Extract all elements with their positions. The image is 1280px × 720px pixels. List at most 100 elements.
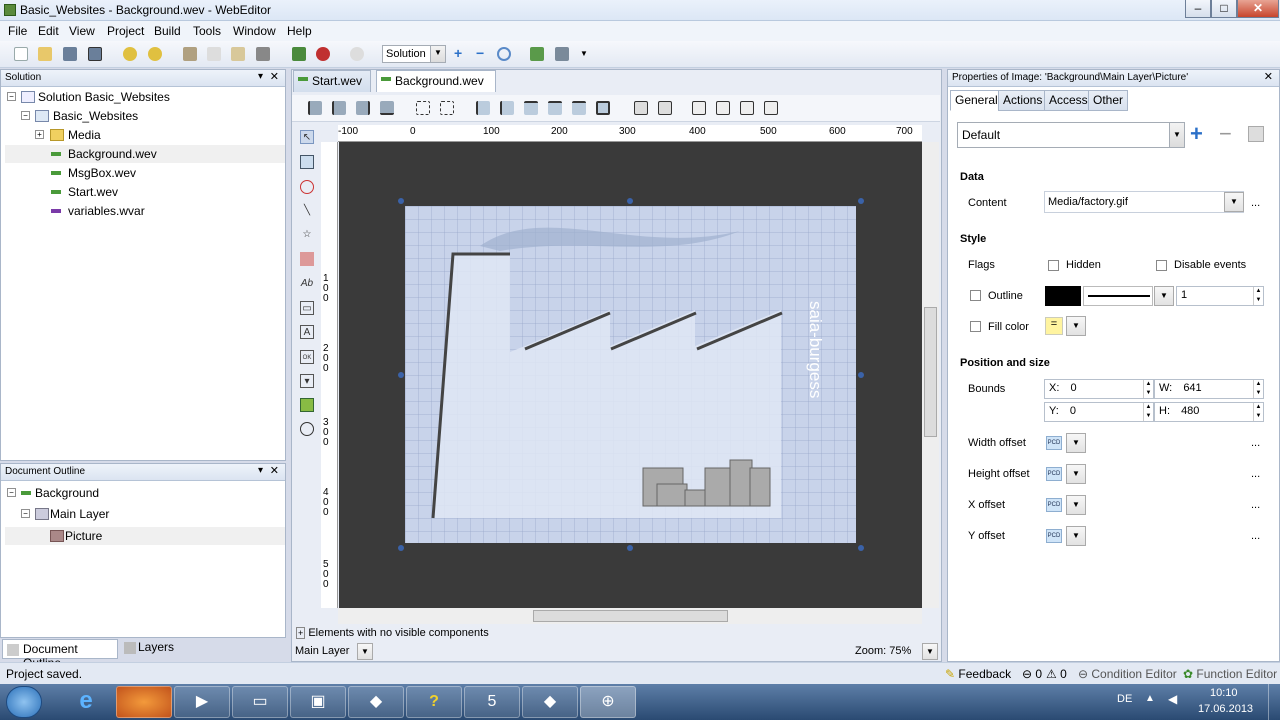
expand-icon[interactable]: + [296,627,306,639]
menu-build[interactable]: Build [154,24,181,38]
width-offset-dropdown[interactable]: ▼ [1066,433,1086,453]
menu-view[interactable]: View [69,24,95,38]
feedback-button[interactable]: ✎ Feedback [945,667,1011,681]
add-icon[interactable]: + [454,46,468,61]
pcd-icon[interactable]: PCD [1046,529,1062,543]
x-offset-more-button[interactable]: ... [1251,499,1260,511]
scroll-thumb[interactable] [533,610,728,622]
resize-handle[interactable] [398,198,404,204]
w-field[interactable]: W: 641 ▲ ▼ [1154,379,1264,399]
fill-color-checkbox[interactable] [970,321,981,332]
height-offset-dropdown[interactable]: ▼ [1066,464,1086,484]
text-tool-icon[interactable]: Ab [300,277,314,291]
style-select[interactable]: Default ▼ [957,122,1185,148]
spinner-arrows-icon[interactable]: ▲ ▼ [1253,403,1263,421]
y-offset-more-button[interactable]: ... [1251,530,1260,542]
menu-file[interactable]: File [8,24,27,38]
language-indicator[interactable]: DE [1117,693,1132,705]
same-width-icon[interactable] [634,101,648,115]
run-icon[interactable] [316,47,330,61]
tab-document-outline[interactable]: Document Outline [2,639,118,670]
tab-layers[interactable]: Layers [120,639,176,657]
remove-icon[interactable]: − [476,46,490,61]
pcd-icon[interactable]: PCD [1046,436,1062,450]
tab-background-wev[interactable]: Background.wev ✕ [376,70,496,107]
outline-color-swatch[interactable] [1045,286,1081,306]
spinner-arrows-icon[interactable]: ▲ ▼ [1253,380,1263,398]
vertical-scrollbar[interactable] [922,142,939,608]
outline-style-select[interactable] [1083,286,1153,306]
collapse-icon[interactable]: − [7,92,16,101]
align-bottom-icon[interactable] [380,101,394,115]
collapse-icon[interactable]: − [7,488,16,497]
resize-handle[interactable] [858,198,864,204]
height-offset-more-button[interactable]: ... [1251,468,1260,480]
webeditor-icon[interactable]: ◆ [348,686,404,718]
h-field[interactable]: H: 480 ▲ ▼ [1154,402,1264,422]
tray-expand-icon[interactable]: ▲ [1145,693,1155,704]
pin-icon[interactable]: ▾ [258,71,263,82]
file-explorer-icon[interactable]: ▭ [232,686,288,718]
cut-icon[interactable] [183,47,197,61]
spinner-arrows-icon[interactable]: ▲ ▼ [1143,403,1153,421]
layer-dropdown[interactable]: ▼ [357,643,373,660]
toolbar-overflow-icon[interactable]: ▼ [580,47,594,61]
dock-right-icon[interactable] [572,101,586,115]
globe-icon[interactable]: ⊕ [580,686,636,718]
start-button[interactable] [6,686,42,718]
close-button[interactable]: ✕ [1237,0,1279,18]
add-style-icon[interactable]: + [1190,122,1203,146]
debug-icon[interactable]: ◆ [522,686,578,718]
horizontal-scrollbar[interactable] [338,608,922,624]
distribute-icon[interactable] [740,101,754,115]
outline-checkbox[interactable] [970,290,981,301]
function-editor-button[interactable]: ✿ Function Editor [1183,667,1277,681]
factory-picture[interactable]: saia-burgess [405,206,856,543]
firefox-icon[interactable] [116,686,172,718]
resize-handle[interactable] [398,372,404,378]
tree-item-solution[interactable]: − Solution Basic_Websites [5,88,285,106]
hidden-checkbox[interactable] [1048,260,1059,271]
edit-style-icon[interactable] [1248,126,1264,142]
image-tool-icon[interactable] [300,252,314,266]
refresh-icon[interactable] [497,47,511,61]
app-icon[interactable]: ▣ [290,686,346,718]
spinner-arrows-icon[interactable]: ▲ ▼ [1253,287,1263,305]
pcd-icon[interactable]: PCD [1046,498,1062,512]
spinner-arrows-icon[interactable]: ▲ ▼ [1143,380,1153,398]
tree-item-msgbox[interactable]: MsgBox.wev [5,164,285,182]
tab-other[interactable]: Other [1088,90,1129,111]
open-folder-icon[interactable] [38,47,52,61]
build-icon[interactable] [292,47,306,61]
tree-item-variables[interactable]: variables.wvar [5,202,285,220]
media-player-icon[interactable]: ▶ [174,686,230,718]
outline-style-dropdown[interactable]: ▼ [1154,286,1174,306]
button-tool-icon[interactable]: OK [300,350,314,364]
fill-color-dropdown[interactable]: ▼ [1066,316,1086,336]
menu-project[interactable]: Project [107,24,144,38]
clock-time[interactable]: 10:10 [1210,687,1238,699]
y-offset-dropdown[interactable]: ▼ [1066,526,1086,546]
combobox-tool-icon[interactable]: ▾ [300,374,314,388]
save-icon[interactable] [63,47,77,61]
close-icon[interactable]: ✕ [1264,70,1273,83]
label-tool-icon[interactable]: A [300,325,314,339]
configuration-select[interactable]: Solution ▼ [382,45,446,63]
space-vertical-icon[interactable] [716,101,730,115]
macro-tool-icon[interactable] [300,398,314,412]
expand-icon[interactable]: + [35,130,44,139]
maximize-button[interactable]: □ [1211,0,1237,18]
tree-item-background[interactable]: Background.wev [5,145,285,163]
remove-style-icon[interactable]: − [1219,122,1232,146]
minimize-button[interactable]: ‒ [1185,0,1211,18]
volume-icon[interactable]: ◀ [1168,692,1177,706]
outline-item-background[interactable]: − Background [5,484,285,502]
distribute-vertical-icon[interactable] [764,101,778,115]
clock-tool-icon[interactable] [300,422,314,436]
dock-left-icon[interactable] [476,101,490,115]
menu-edit[interactable]: Edit [38,24,59,38]
dock-center-icon[interactable] [500,101,514,115]
tree-item-project[interactable]: − Basic_Websites [5,107,285,125]
y-field[interactable]: Y: 0 ▲ ▼ [1044,402,1154,422]
menu-help[interactable]: Help [287,24,312,38]
